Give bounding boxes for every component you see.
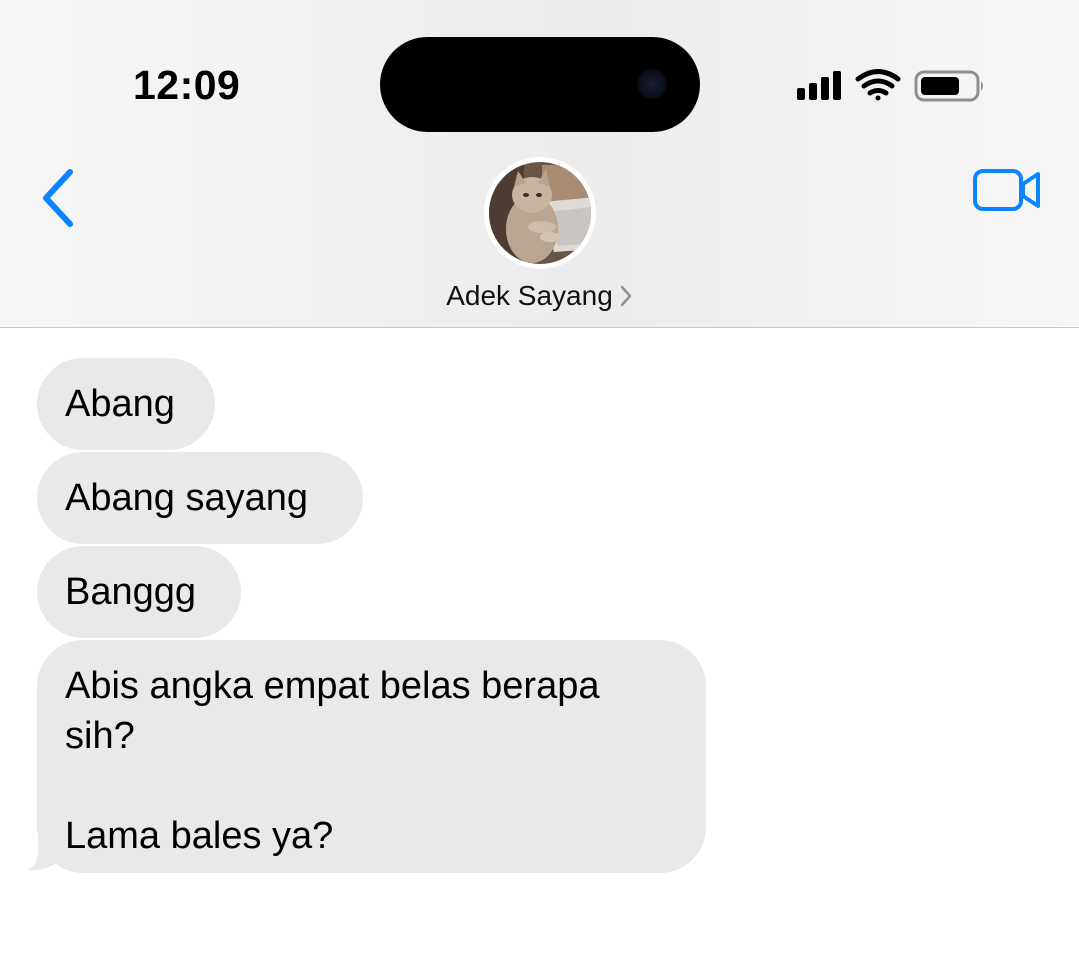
incoming-message-bubble[interactable]: Abang sayang: [37, 452, 363, 544]
incoming-message-bubble[interactable]: Banggg: [37, 546, 241, 638]
conversation-header: 12:09 Adek Sayang: [0, 0, 1079, 328]
message-text: Abang: [65, 383, 175, 425]
message-text-line: Abis angka empat belas berapa: [65, 665, 600, 707]
message-text: Banggg: [65, 571, 197, 613]
message-text: Abang sayang: [65, 477, 308, 519]
contact-name-button[interactable]: Adek Sayang: [0, 280, 1079, 312]
status-time: 12:09: [133, 62, 241, 108]
incoming-message-bubble[interactable]: Abis angka empat belas berapa sih? Lama …: [37, 640, 706, 873]
message-text-line: Lama bales ya?: [65, 815, 334, 857]
dynamic-island: [380, 37, 700, 132]
cat-photo-avatar-image: [484, 157, 596, 269]
chevron-right-icon: [620, 285, 632, 306]
cellular-signal-icon: [797, 71, 841, 100]
wifi-icon: [855, 69, 901, 101]
incoming-message-bubble[interactable]: Abang: [37, 358, 215, 450]
video-camera-icon[interactable]: [972, 168, 1042, 214]
contact-name: Adek Sayang: [446, 280, 613, 311]
status-icons: [797, 69, 983, 102]
message-text-line: sih?: [65, 715, 135, 757]
front-camera-icon: [637, 69, 667, 99]
battery-icon: [914, 70, 983, 102]
back-chevron-icon[interactable]: [36, 166, 84, 230]
contact-avatar[interactable]: [484, 157, 596, 269]
